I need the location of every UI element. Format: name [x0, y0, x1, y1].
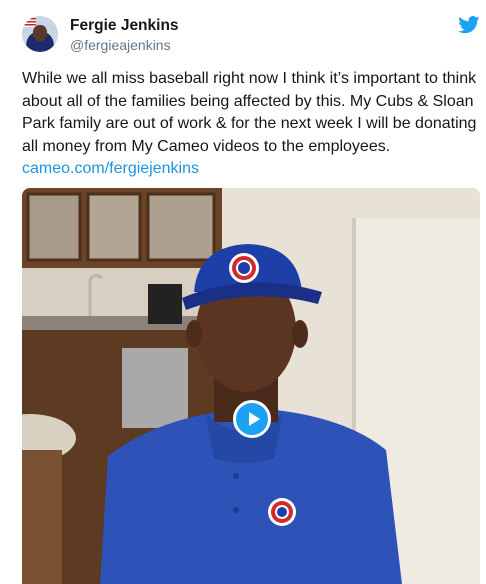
- video-player[interactable]: [22, 188, 480, 584]
- tweet-text: While we all miss baseball right now I t…: [22, 70, 477, 155]
- video-thumbnail: [22, 188, 480, 584]
- author-handle[interactable]: @fergieajenkins: [70, 37, 171, 53]
- author-name[interactable]: Fergie Jenkins: [70, 17, 179, 35]
- author-avatar[interactable]: [22, 16, 58, 52]
- tweet-header: Fergie Jenkins @fergieajenkins: [0, 0, 486, 70]
- tweet-link[interactable]: cameo.com/fergiejenkins: [22, 160, 199, 177]
- tweet-body: While we all miss baseball right now I t…: [22, 68, 477, 181]
- play-icon[interactable]: [233, 400, 271, 438]
- flag-icon: [24, 18, 36, 27]
- twitter-bird-icon[interactable]: [458, 16, 480, 34]
- avatar-face: [33, 25, 47, 41]
